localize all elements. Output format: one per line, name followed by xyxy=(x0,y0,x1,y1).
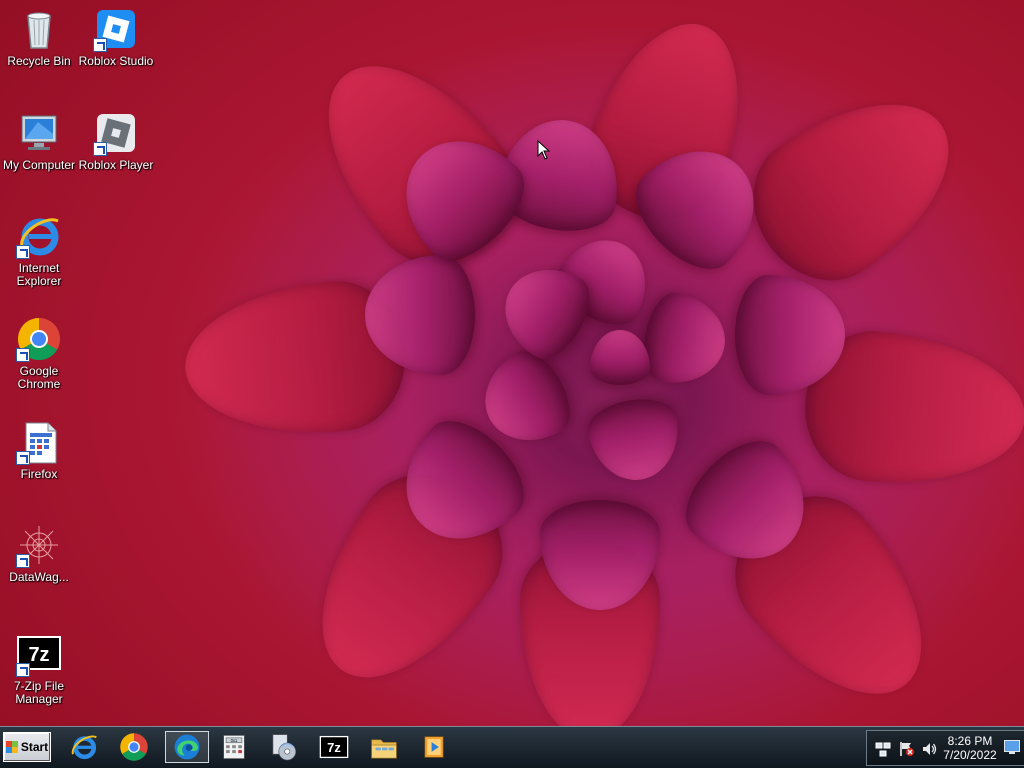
seven-zip-icon: 7z xyxy=(319,735,349,759)
file-explorer-icon xyxy=(371,739,397,759)
desktop-wallpaper[interactable]: Recycle Bin Roblox Studio My Computer Ro… xyxy=(0,0,1024,726)
video-player-icon xyxy=(424,736,444,758)
desktop-icon-my-computer[interactable]: My Computer xyxy=(0,110,78,172)
taskbar-7zip[interactable]: 7z xyxy=(316,731,352,763)
shortcut-arrow-icon xyxy=(16,245,30,259)
google-chrome-icon xyxy=(16,316,62,362)
clock-date: 7/20/2022 xyxy=(943,748,997,762)
desktop-icon-roblox-player[interactable]: Roblox Player xyxy=(77,110,155,172)
shortcut-arrow-icon xyxy=(16,663,30,677)
desktop-icon-roblox-studio[interactable]: Roblox Studio xyxy=(77,6,155,68)
shortcut-arrow-icon xyxy=(93,142,107,156)
internet-explorer-icon xyxy=(16,213,62,259)
desktop-icon-datawag[interactable]: DataWag... xyxy=(0,522,78,584)
roblox-player-icon xyxy=(93,110,139,156)
start-button[interactable]: Start xyxy=(3,732,51,762)
taskbar-media-player[interactable] xyxy=(266,731,302,763)
wallpaper-petal xyxy=(583,392,687,488)
desktop-icon-label: Firefox xyxy=(20,467,58,481)
desktop-icon-label: Roblox Studio xyxy=(78,54,154,68)
network-icon[interactable] xyxy=(875,741,891,757)
firefox-shortcut-icon xyxy=(16,419,62,465)
wallpaper-petal xyxy=(637,288,733,392)
wallpaper-petal xyxy=(725,63,985,307)
internet-explorer-icon xyxy=(71,735,97,760)
desktop-icon-label: Internet Explorer xyxy=(16,261,62,288)
svg-text:7z: 7z xyxy=(327,740,341,755)
recycle-bin-icon xyxy=(16,6,62,52)
edge-icon xyxy=(174,734,200,760)
shortcut-arrow-icon xyxy=(16,554,30,568)
start-label: Start xyxy=(20,740,49,754)
svg-text:7z: 7z xyxy=(28,644,49,666)
taskbar-google-chrome[interactable] xyxy=(116,731,152,763)
calculator-icon: 0x1 xyxy=(223,735,245,759)
mouse-cursor-icon xyxy=(537,139,551,165)
windows-logo-icon xyxy=(5,741,18,753)
desktop-icon-firefox[interactable]: Firefox xyxy=(0,419,78,481)
desktop-icon-label: Recycle Bin xyxy=(7,54,71,68)
svg-text:0x1: 0x1 xyxy=(231,738,238,743)
desktop-icon-label: 7-Zip File Manager xyxy=(13,679,64,706)
desktop-icon-label: DataWag... xyxy=(9,570,69,584)
google-chrome-icon xyxy=(120,733,148,761)
taskbar-file-explorer[interactable] xyxy=(366,731,402,763)
taskbar: Start 0x1 7z 8:26 PM 7/20/2022 xyxy=(0,726,1024,768)
desktop-icon-label: My Computer xyxy=(2,158,76,172)
desktop-icon-google-chrome[interactable]: Google Chrome xyxy=(0,316,78,391)
show-desktop-icon[interactable] xyxy=(1004,740,1020,754)
my-computer-icon xyxy=(16,110,62,156)
seven-zip-icon: 7z xyxy=(16,631,62,677)
clock-time: 8:26 PM xyxy=(947,734,993,748)
shortcut-arrow-icon xyxy=(16,348,30,362)
desktop-icon-label: Roblox Player xyxy=(78,158,154,172)
clock[interactable]: 8:26 PM 7/20/2022 xyxy=(943,734,997,762)
volume-icon[interactable] xyxy=(921,741,937,757)
desktop-icon-label: Google Chrome xyxy=(17,364,61,391)
desktop-icon-internet-explorer[interactable]: Internet Explorer xyxy=(0,213,78,288)
roblox-studio-icon xyxy=(93,6,139,52)
taskbar-internet-explorer[interactable] xyxy=(66,731,102,763)
wallpaper-petal xyxy=(590,330,650,385)
media-player-icon xyxy=(272,734,297,761)
taskbar-calculator[interactable]: 0x1 xyxy=(216,731,252,763)
system-tray: 8:26 PM 7/20/2022 xyxy=(866,730,1024,766)
shortcut-arrow-icon xyxy=(16,451,30,465)
taskbar-video-player[interactable] xyxy=(416,731,452,763)
taskbar-edge[interactable] xyxy=(165,731,209,763)
shortcut-arrow-icon xyxy=(93,38,107,52)
action-center-flag-icon[interactable] xyxy=(899,741,915,757)
datawag-icon xyxy=(16,522,62,568)
desktop-icon-7zip[interactable]: 7z 7-Zip File Manager xyxy=(0,631,78,706)
desktop-icon-recycle-bin[interactable]: Recycle Bin xyxy=(0,6,78,68)
